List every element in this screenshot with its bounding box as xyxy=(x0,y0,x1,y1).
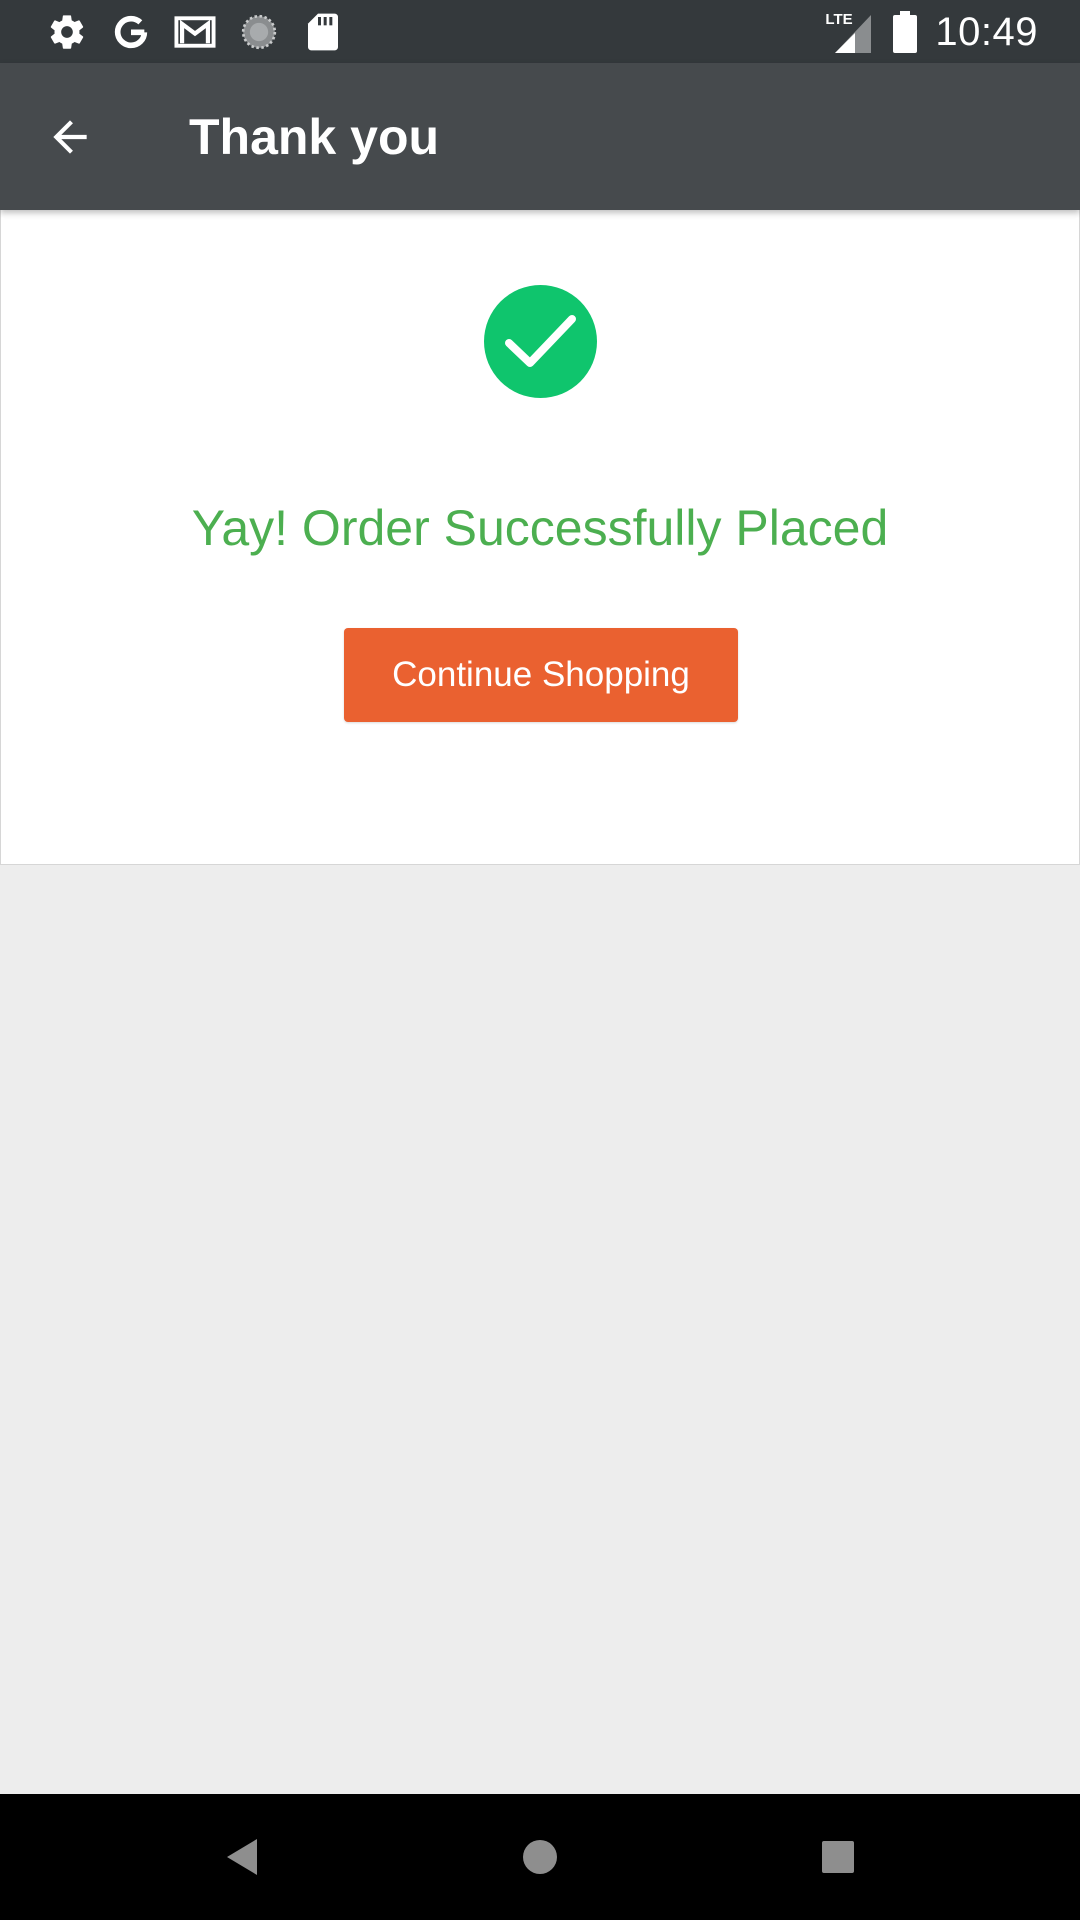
order-success-card: Yay! Order Successfully Placed Continue … xyxy=(0,210,1080,865)
nav-back-button[interactable] xyxy=(208,1824,274,1890)
google-icon xyxy=(110,11,152,53)
system-status: LTE 10:49 xyxy=(825,8,1038,56)
settings-icon xyxy=(46,11,88,53)
sd-card-icon xyxy=(302,11,344,53)
continue-shopping-button[interactable]: Continue Shopping xyxy=(344,628,738,722)
battery-icon xyxy=(893,11,918,53)
screen: LTE 10:49 Thank you Yay! Order Successfu… xyxy=(0,0,1080,1920)
home-circle-icon xyxy=(523,1840,557,1874)
clock: 10:49 xyxy=(935,9,1038,54)
check-circle-icon xyxy=(484,285,597,398)
back-button[interactable] xyxy=(36,103,104,171)
status-bar: LTE 10:49 xyxy=(0,0,1080,63)
navigation-bar xyxy=(0,1794,1080,1920)
sync-icon xyxy=(238,11,280,53)
page-title: Thank you xyxy=(189,109,440,165)
gmail-icon xyxy=(174,11,216,53)
nav-home-button[interactable] xyxy=(507,1824,573,1890)
notification-icons xyxy=(46,10,344,53)
success-message: Yay! Order Successfully Placed xyxy=(191,500,889,556)
lte-signal-icon: LTE xyxy=(825,9,875,55)
nav-recents-button[interactable] xyxy=(805,1824,871,1890)
app-bar: Thank you xyxy=(0,63,1080,210)
recents-square-icon xyxy=(822,1841,854,1873)
back-triangle-icon xyxy=(227,1839,257,1875)
arrow-back-icon xyxy=(53,120,87,154)
